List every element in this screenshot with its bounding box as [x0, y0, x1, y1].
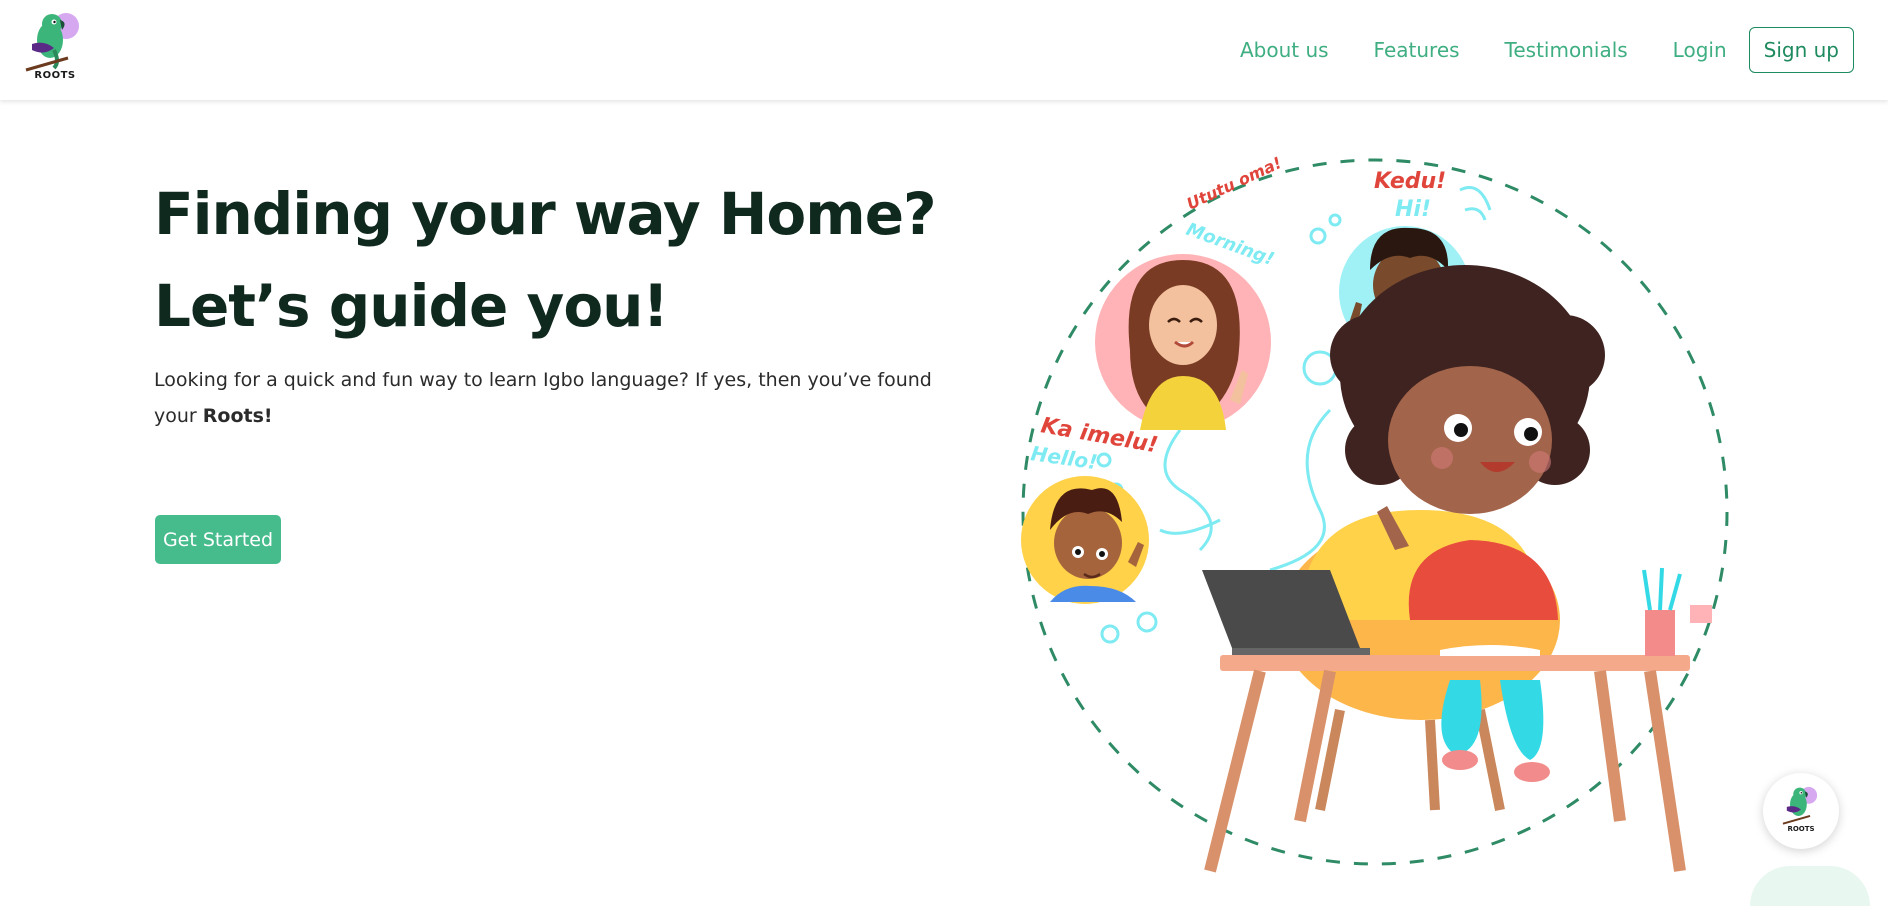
greeting-ututu-oma: Ututu oma! — [1184, 153, 1285, 213]
corner-decoration — [1750, 866, 1870, 906]
hero-title-line-2: Let’s guide you! — [154, 272, 669, 340]
navbar: ROOTS About us Features Testimonials Log… — [0, 0, 1888, 100]
hero-description: Looking for a quick and fun way to learn… — [154, 362, 954, 434]
main-nav: About us Features Testimonials Login Sig… — [1195, 26, 1854, 73]
parrot-icon — [1782, 786, 1818, 825]
get-started-button[interactable]: Get Started — [155, 515, 281, 564]
roots-chat-widget[interactable]: ROOTS — [1763, 773, 1839, 849]
roots-logo[interactable]: ROOTS — [24, 10, 84, 86]
hero-title-line-1: Finding your way Home? — [154, 180, 937, 248]
greeting-hi: Hi! — [1395, 197, 1431, 222]
signup-button[interactable]: Sign up — [1748, 26, 1854, 73]
nav-testimonials[interactable]: Testimonials — [1505, 38, 1628, 62]
widget-logo-text: ROOTS — [1787, 825, 1815, 833]
pencil-cup — [1642, 567, 1712, 656]
hero-illustration: Kedu! Hi! Ka imelu! Hello! Ututu oma! Mo… — [1021, 153, 1729, 873]
boy-avatar-left — [1021, 476, 1149, 604]
parrot-icon — [25, 13, 79, 72]
girl-avatar — [1095, 254, 1271, 430]
nav-features[interactable]: Features — [1374, 38, 1460, 62]
hero-title: Finding your way Home? Let’s guide you! — [154, 168, 937, 352]
nav-about-us[interactable]: About us — [1240, 38, 1329, 62]
greeting-kedu: Kedu! — [1374, 169, 1446, 194]
nav-login[interactable]: Login — [1673, 38, 1727, 62]
hero-description-brand: Roots! — [202, 405, 273, 427]
logo-text: ROOTS — [34, 70, 76, 81]
